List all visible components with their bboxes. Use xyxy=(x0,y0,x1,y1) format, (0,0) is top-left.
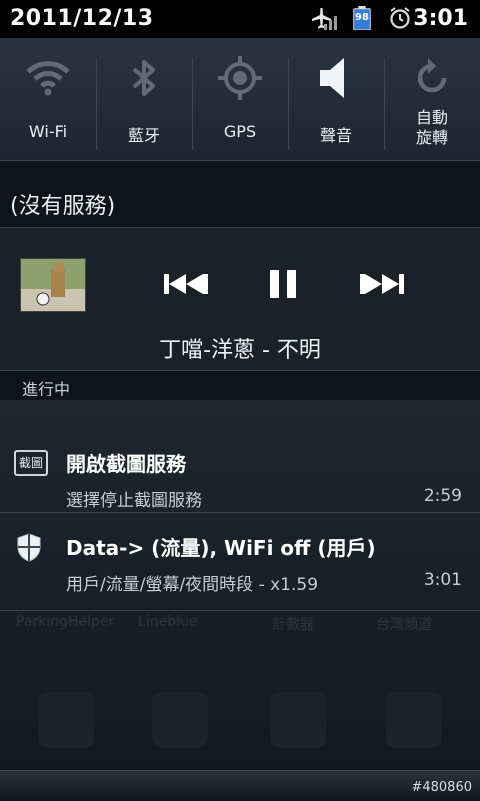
background-app-label: 台灣頻道 xyxy=(376,617,432,633)
sound-icon xyxy=(320,58,344,98)
quick-toggles-panel: Wi-Fi 藍牙 GPS 聲音 自動 旋轉 xyxy=(0,38,480,161)
status-time: 3:01 xyxy=(413,6,468,31)
notification-item[interactable]: Data-> (流量), WiFi off (用戶) 用戶/流量/螢幕/夜間時段… xyxy=(0,512,480,608)
toggle-bluetooth-label: 藍牙 xyxy=(127,126,160,145)
toggle-gps[interactable]: GPS xyxy=(192,38,288,160)
auto-rotate-icon xyxy=(417,58,447,93)
wifi-icon xyxy=(26,61,70,96)
messaging-icon xyxy=(270,692,326,748)
next-icon[interactable] xyxy=(354,264,410,304)
status-date: 2011/12/13 xyxy=(10,6,154,31)
watermark: #480860 xyxy=(411,780,472,795)
divider xyxy=(0,370,480,371)
toggle-auto-rotate-label: 自動 旋轉 xyxy=(415,108,448,147)
alarm-icon xyxy=(390,7,410,29)
song-title: 丁噹-洋蔥 - 不明 xyxy=(159,338,321,363)
ongoing-header: 進行中 xyxy=(22,380,71,396)
signal-icon xyxy=(324,16,337,30)
battery-level: 98 xyxy=(355,12,369,23)
background-dock xyxy=(0,692,480,762)
notification-time: 2:59 xyxy=(423,486,462,506)
music-notification[interactable]: 丁噹-洋蔥 - 不明 xyxy=(0,228,480,370)
background-app-label: ParkingHelper xyxy=(16,614,115,630)
panel-drag-handle[interactable] xyxy=(0,770,480,801)
notification-item[interactable]: 截圖 開啟截圖服務 選擇停止截圖服務 2:59 xyxy=(0,416,480,512)
toggle-sound[interactable]: 聲音 xyxy=(288,38,384,160)
status-bar: 2011/12/13 98 3:01 xyxy=(0,0,480,38)
background-app-label: 計數器 xyxy=(272,617,314,633)
bluetooth-icon xyxy=(132,60,155,96)
phone-icon xyxy=(38,692,94,748)
album-art xyxy=(20,258,86,312)
pause-icon[interactable] xyxy=(256,264,312,304)
shield-icon xyxy=(17,533,41,562)
divider xyxy=(0,610,480,611)
notification-subtitle: 用戶/流量/螢幕/夜間時段 - x1.59 xyxy=(66,575,319,595)
previous-icon[interactable] xyxy=(158,264,214,304)
contacts-icon xyxy=(152,692,208,748)
background-app-labels: ParkingHelper Lineblue 計數器 台灣頻道 xyxy=(0,614,480,654)
app-drawer-icon xyxy=(386,692,442,748)
toggle-bluetooth[interactable]: 藍牙 xyxy=(96,38,192,160)
notification-time: 3:01 xyxy=(423,570,462,590)
notification-subtitle: 選擇停止截圖服務 xyxy=(66,491,202,511)
toggle-sound-label: 聲音 xyxy=(319,126,352,145)
toggle-wifi[interactable]: Wi-Fi xyxy=(0,38,96,160)
gps-icon xyxy=(218,56,262,100)
background-app-label: Lineblue xyxy=(138,614,198,630)
toggle-gps-label: GPS xyxy=(223,122,257,141)
carrier-status: (沒有服務) xyxy=(10,194,116,219)
toggle-auto-rotate[interactable]: 自動 旋轉 xyxy=(384,38,480,160)
toggle-wifi-label: Wi-Fi xyxy=(28,122,68,141)
notification-title: Data-> (流量), WiFi off (用戶) xyxy=(66,536,376,560)
screenshot-icon: 截圖 xyxy=(14,450,48,476)
notification-title: 開啟截圖服務 xyxy=(66,452,186,476)
